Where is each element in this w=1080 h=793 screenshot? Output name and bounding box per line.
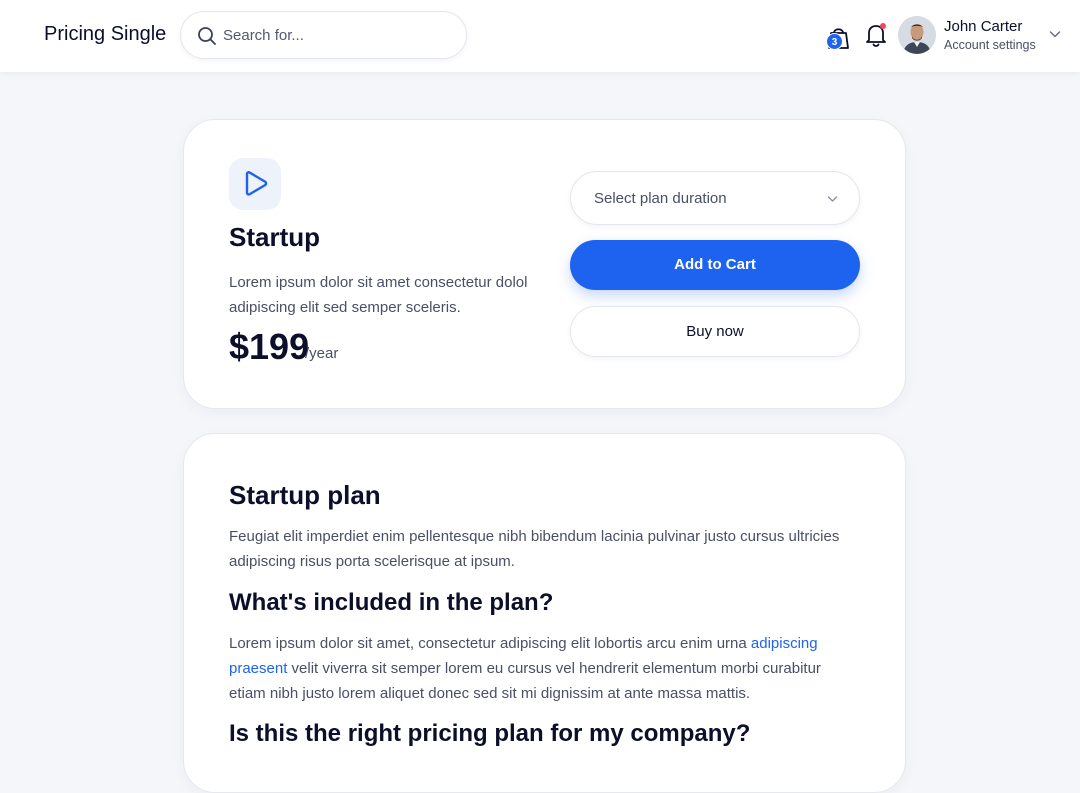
notification-dot <box>880 23 886 29</box>
cart-count-badge: 3 <box>826 33 843 50</box>
details-title: Startup plan <box>229 480 381 510</box>
included-text-before: Lorem ipsum dolor sit amet, consectetur … <box>229 635 751 652</box>
play-icon <box>245 171 268 196</box>
avatar[interactable] <box>898 16 936 54</box>
plan-duration-select[interactable]: Select plan duration <box>570 171 860 225</box>
included-heading: What's included in the plan? <box>229 589 554 616</box>
user-photo-icon <box>898 16 936 54</box>
price-period: /year <box>305 345 339 362</box>
buy-now-button[interactable]: Buy now <box>570 306 860 357</box>
search-input[interactable] <box>223 24 448 46</box>
page-title: Pricing Single <box>44 23 167 45</box>
plan-price: $199 <box>229 326 310 367</box>
search-icon <box>198 27 216 45</box>
question-heading: Is this the right pricing plan for my co… <box>229 720 751 747</box>
plan-duration-placeholder: Select plan duration <box>594 190 727 207</box>
plan-description: Lorem ipsum dolor sit amet consectetur d… <box>229 274 528 316</box>
user-name[interactable]: John Carter <box>944 18 1022 35</box>
chevron-down-icon <box>827 196 838 202</box>
details-intro: Feugiat elit imperdiet enim pellentesque… <box>229 528 840 570</box>
search-box[interactable] <box>180 11 467 59</box>
included-paragraph: Lorem ipsum dolor sit amet, consectetur … <box>229 631 859 706</box>
chevron-down-icon[interactable] <box>1049 29 1061 39</box>
add-to-cart-button[interactable]: Add to Cart <box>570 240 860 290</box>
included-text-after: velit viverra sit semper lorem eu cursus… <box>229 660 821 702</box>
plan-icon-tile <box>229 158 281 210</box>
account-settings-link[interactable]: Account settings <box>944 38 1036 52</box>
top-bar: Pricing Single 3 John Carter Account set… <box>0 0 1080 72</box>
plan-name: Startup <box>229 222 320 252</box>
